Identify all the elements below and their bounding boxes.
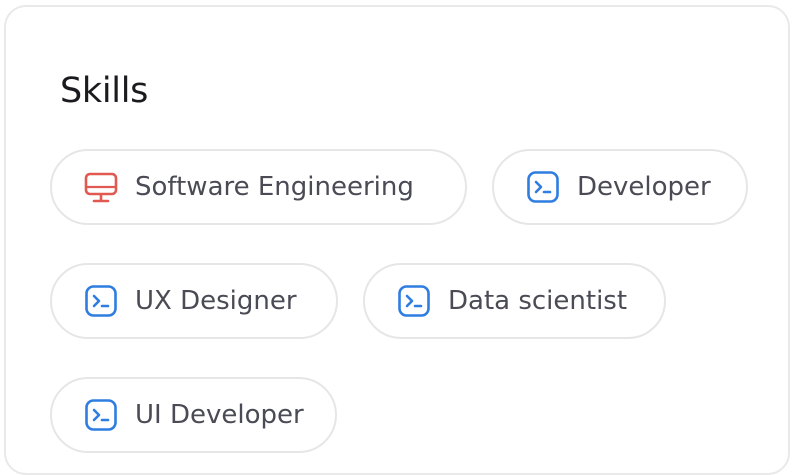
- skill-chip-ux-designer[interactable]: UX Designer: [50, 263, 338, 339]
- skill-chip-developer[interactable]: Developer: [492, 149, 748, 225]
- section-title: Skills: [60, 71, 149, 111]
- skill-chip-label: Data scientist: [448, 286, 628, 316]
- terminal-icon: [526, 170, 560, 204]
- terminal-icon: [397, 284, 431, 318]
- skill-chip-label: UX Designer: [135, 286, 297, 316]
- skill-chip-data-scientist[interactable]: Data scientist: [363, 263, 666, 339]
- terminal-icon: [84, 398, 118, 432]
- skill-chip-label: Developer: [577, 172, 711, 202]
- skill-chip-label: UI Developer: [135, 400, 304, 430]
- terminal-icon: [84, 284, 118, 318]
- desktop-icon: [84, 170, 118, 204]
- skill-chip-label: Software Engineering: [135, 172, 414, 202]
- skill-chip-ui-developer[interactable]: UI Developer: [50, 377, 337, 453]
- skill-chip-software-engineering[interactable]: Software Engineering: [50, 149, 467, 225]
